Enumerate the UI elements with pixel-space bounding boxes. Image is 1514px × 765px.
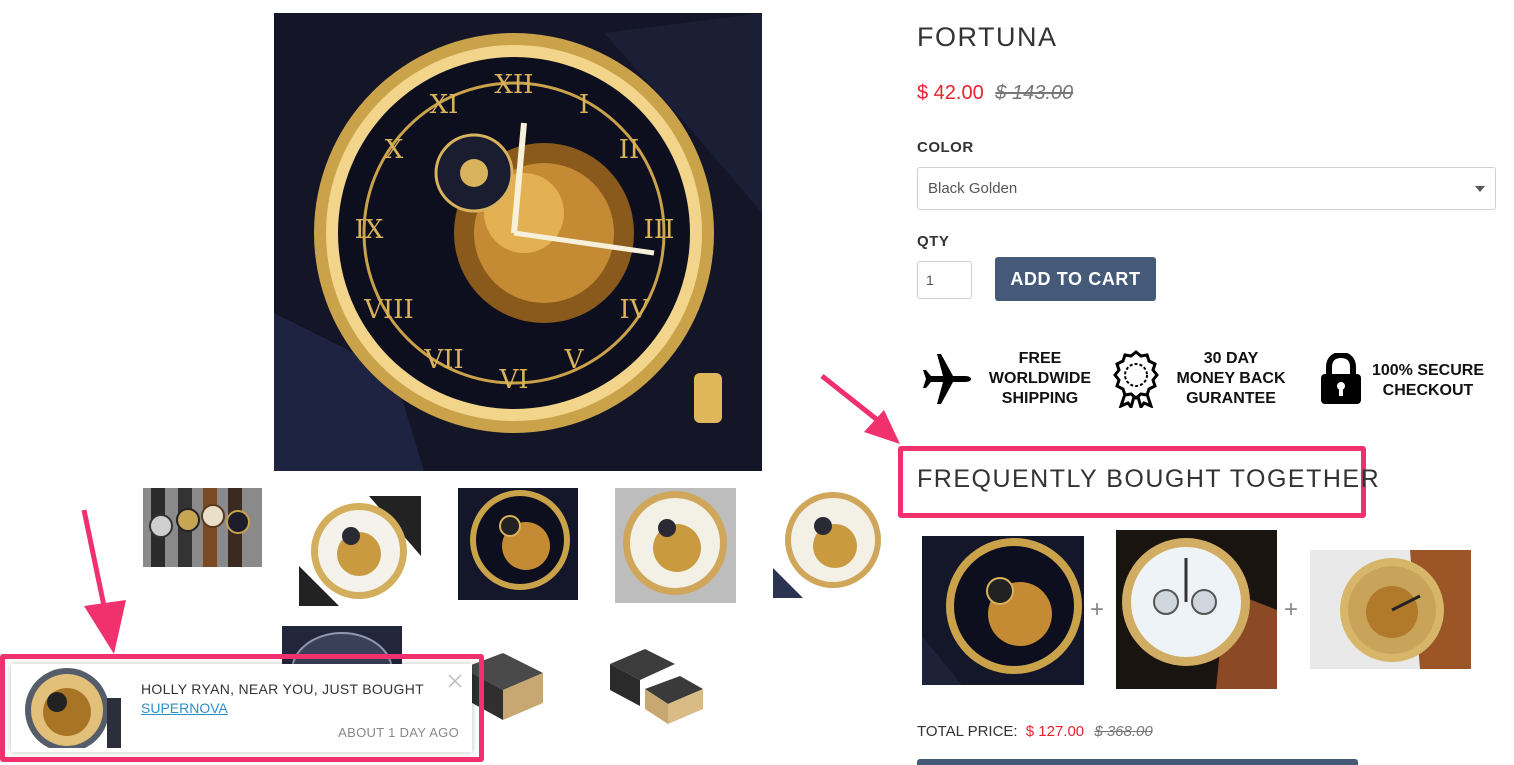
main-product-image[interactable]: XII I II III IV V VI VII VIII IX X XI — [274, 13, 762, 471]
thumbnail-4[interactable] — [615, 488, 736, 603]
chevron-down-icon — [1475, 186, 1485, 192]
svg-text:X: X — [385, 135, 404, 165]
svg-text:V: V — [564, 345, 585, 375]
fbt-product-2[interactable] — [1116, 530, 1277, 689]
quantity-input[interactable]: 1 — [917, 261, 972, 299]
recent-purchase-popup: HOLLY RYAN, NEAR YOU, JUST BOUGHT SUPERN… — [11, 664, 472, 752]
popup-product-link[interactable]: SUPERNOVA — [141, 700, 228, 716]
ribbon-badge-icon — [1111, 350, 1161, 411]
fbt-title: FREQUENTLY BOUGHT TOGETHER — [917, 465, 1381, 493]
airplane-icon — [919, 352, 973, 406]
popup-message: HOLLY RYAN, NEAR YOU, JUST BOUGHT — [141, 681, 424, 697]
svg-text:IX: IX — [355, 215, 384, 245]
color-select-value: Black Golden — [928, 180, 1018, 197]
svg-text:XI: XI — [430, 90, 459, 120]
original-price: $ 143.00 — [995, 82, 1074, 104]
svg-text:VIII: VIII — [363, 295, 414, 325]
total-original-price: $ 368.00 — [1094, 723, 1153, 740]
total-price-row: TOTAL PRICE: $ 127.00 $ 368.00 — [917, 723, 1153, 740]
popup-timestamp: ABOUT 1 DAY AGO — [338, 725, 459, 740]
total-price-label: TOTAL PRICE: — [917, 723, 1018, 740]
arrow-pointer-popup — [76, 506, 130, 656]
thumbnail-8[interactable] — [605, 644, 705, 726]
svg-text:I: I — [579, 90, 589, 120]
arrow-pointer-fbt — [818, 372, 908, 452]
plus-sign-1: + — [1090, 596, 1105, 623]
price-row: $ 42.00 $ 143.00 — [917, 82, 1073, 105]
popup-product-image[interactable] — [15, 668, 125, 752]
thumbnail-3[interactable] — [458, 488, 578, 600]
thumbnail-1[interactable] — [143, 488, 262, 567]
plus-sign-2: + — [1284, 596, 1299, 623]
sale-price: $ 42.00 — [917, 82, 984, 104]
svg-text:III: III — [644, 215, 675, 245]
svg-text:II: II — [619, 135, 640, 165]
add-to-cart-button[interactable]: ADD TO CART — [995, 257, 1156, 301]
badge-guarantee-text: 30 DAY MONEY BACK GURANTEE — [1176, 350, 1286, 407]
thumbnail-5[interactable] — [773, 488, 893, 598]
close-icon[interactable] — [448, 672, 462, 692]
add-bundle-to-cart-button[interactable] — [917, 759, 1358, 765]
thumbnail-2[interactable] — [299, 496, 421, 606]
product-title: FORTUNA — [917, 22, 1058, 52]
padlock-icon — [1320, 351, 1362, 405]
badge-shipping-text: FREE WORLDWIDE SHIPPING — [988, 350, 1092, 407]
qty-label: QTY — [917, 233, 950, 250]
svg-text:VI: VI — [498, 365, 528, 395]
fbt-product-1[interactable] — [922, 536, 1084, 685]
svg-text:IV: IV — [619, 295, 649, 325]
svg-text:VII: VII — [423, 345, 463, 375]
color-select[interactable]: Black Golden — [917, 167, 1496, 210]
fbt-product-3[interactable] — [1310, 550, 1471, 669]
color-label: COLOR — [917, 139, 974, 156]
badge-secure-text: 100% SECURE CHECKOUT — [1371, 362, 1485, 399]
total-sale-price: $ 127.00 — [1025, 723, 1085, 740]
svg-text:XII: XII — [494, 70, 533, 100]
